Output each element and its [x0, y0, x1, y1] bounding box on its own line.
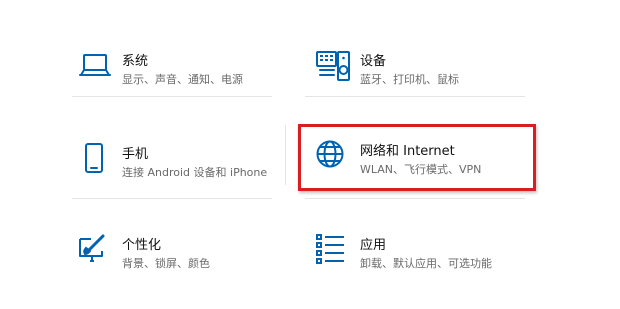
settings-home-grid: 系统 显示、声音、通知、电源 设备 蓝牙、打印机、鼠标 手机 连接 Androi…	[0, 0, 620, 309]
settings-tile-network[interactable]: 网络和 Internet WLAN、飞行模式、VPN	[316, 140, 546, 202]
tile-description: 蓝牙、打印机、鼠标	[360, 73, 459, 86]
tile-description: 背景、锁屏、颜色	[122, 257, 210, 270]
laptop-icon	[78, 50, 112, 84]
settings-tile-apps[interactable]: 应用 卸载、默认应用、可选功能	[316, 234, 546, 296]
keyboard-speaker-icon	[316, 50, 350, 84]
tile-description: WLAN、飞行模式、VPN	[360, 163, 482, 176]
tile-title: 网络和 Internet	[360, 144, 455, 159]
tile-title: 设备	[360, 54, 387, 69]
settings-tile-system[interactable]: 系统 显示、声音、通知、电源	[78, 50, 308, 112]
settings-tile-personalization[interactable]: 个性化 背景、锁屏、颜色	[78, 234, 308, 296]
tile-title: 个性化	[122, 238, 162, 253]
tile-description: 显示、声音、通知、电源	[122, 73, 243, 86]
globe-icon	[316, 140, 350, 174]
tile-title: 系统	[122, 54, 149, 69]
apps-list-icon	[316, 234, 350, 268]
tile-description: 连接 Android 设备和 iPhone	[122, 166, 268, 179]
paint-brush-icon	[78, 234, 112, 268]
tile-title: 手机	[122, 147, 149, 162]
tile-title: 应用	[360, 238, 387, 253]
phone-icon	[78, 143, 112, 177]
settings-tile-phone[interactable]: 手机 连接 Android 设备和 iPhone	[78, 143, 308, 205]
tile-description: 卸载、默认应用、可选功能	[360, 257, 492, 270]
settings-tile-devices[interactable]: 设备 蓝牙、打印机、鼠标	[316, 50, 546, 112]
